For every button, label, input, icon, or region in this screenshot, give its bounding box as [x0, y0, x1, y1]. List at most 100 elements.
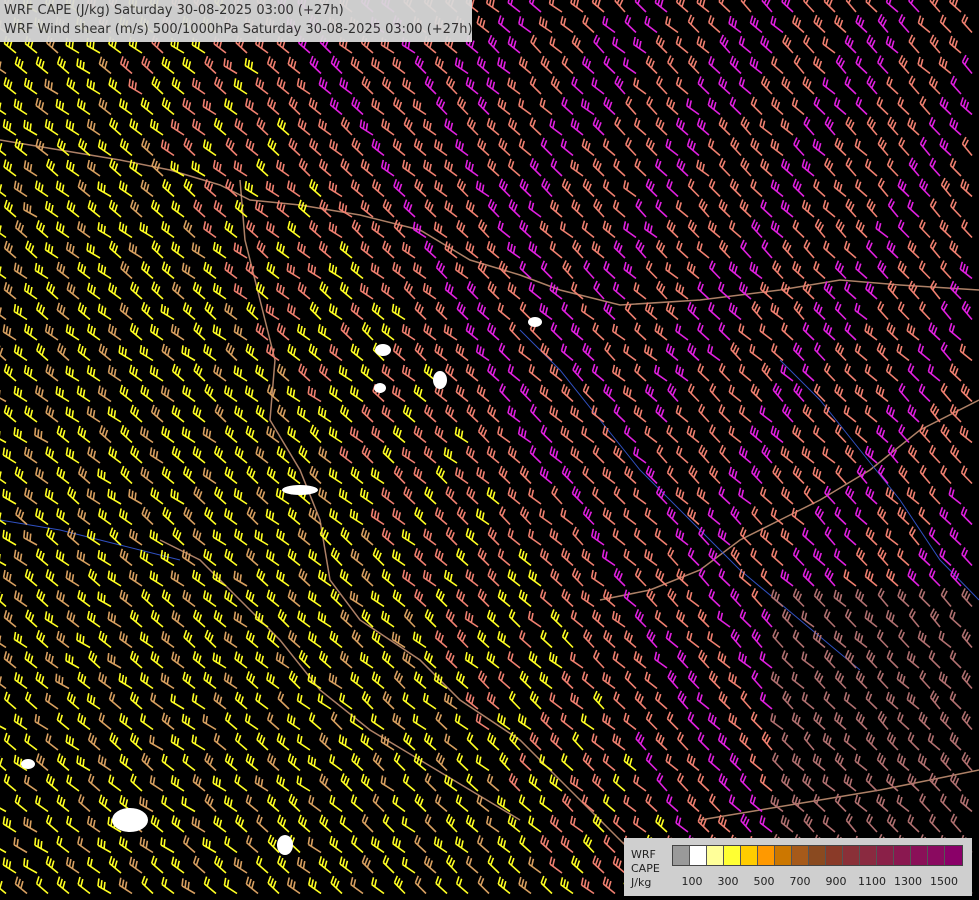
wind-barb [245, 835, 259, 854]
wind-barb [422, 282, 437, 300]
wind-barb [403, 732, 416, 751]
wind-barb [224, 302, 238, 321]
wind-barb [443, 692, 458, 710]
wind-barb [140, 97, 154, 116]
wind-barb [623, 753, 637, 772]
wind-barb [371, 138, 385, 157]
wind-barb [465, 241, 479, 259]
wind-barb [435, 711, 448, 731]
wind-barb [908, 75, 920, 95]
wind-barb [633, 77, 647, 95]
wind-barb [109, 732, 122, 751]
wind-barb [645, 137, 658, 157]
wind-barb [508, 609, 521, 628]
wind-barb [77, 343, 91, 362]
wind-barb [56, 876, 70, 895]
wind-barb [414, 548, 427, 567]
wind-barb [856, 464, 868, 485]
wind-barb [519, 835, 532, 854]
wind-barb [371, 220, 385, 239]
wind-barb [854, 302, 868, 321]
wind-barb [750, 96, 763, 116]
wind-barb [698, 403, 710, 423]
wind-barb [351, 752, 364, 772]
wind-barb [625, 96, 637, 116]
wind-barb [246, 506, 259, 526]
wind-barb [633, 282, 647, 300]
wind-barb [15, 507, 28, 526]
wind-barb [580, 713, 595, 731]
wind-barb [908, 280, 920, 300]
legend-swatch [826, 846, 843, 865]
wind-barb [540, 424, 553, 444]
wind-barb [245, 630, 259, 649]
wind-barb [224, 425, 238, 444]
wind-barb [812, 630, 826, 649]
wind-barb [835, 465, 847, 485]
wind-barb [361, 609, 374, 628]
wind-barb [738, 445, 752, 464]
wind-barb [0, 844, 7, 854]
wind-barb [466, 732, 479, 751]
wind-barb [561, 629, 574, 649]
wind-barb [803, 0, 815, 13]
wind-barb [602, 507, 616, 526]
wind-barb [885, 35, 899, 54]
wind-barb [351, 629, 364, 649]
wind-barb [392, 836, 406, 854]
wind-barb [591, 363, 605, 382]
wind-barb [391, 549, 406, 567]
wind-barb [612, 814, 626, 833]
wind-barb [276, 322, 290, 341]
wind-barb [801, 610, 815, 628]
wind-barb [487, 568, 500, 587]
wind-barb [917, 343, 931, 362]
wind-barb [655, 199, 668, 218]
wind-barb [203, 344, 217, 362]
wind-barb [107, 652, 122, 669]
wind-barb [591, 241, 605, 259]
wind-barb [98, 508, 112, 526]
wind-barb [759, 486, 773, 505]
wind-barb [961, 669, 973, 690]
wind-barb [88, 650, 101, 669]
wind-barb [854, 630, 868, 649]
wind-barb [949, 650, 962, 669]
wind-barb [128, 570, 143, 587]
wind-barb [181, 878, 196, 895]
wind-barb [940, 260, 952, 280]
wind-barb [328, 180, 343, 198]
wind-barb [793, 54, 805, 75]
wind-barb [738, 323, 752, 341]
wind-barb [161, 712, 175, 731]
wind-barb [823, 281, 836, 300]
wind-barb [475, 508, 490, 526]
wind-barb [581, 671, 595, 690]
wind-barb [528, 241, 542, 259]
wind-barb [36, 630, 49, 649]
wind-barb [928, 485, 941, 505]
legend-label-line-1: WRF [631, 848, 656, 861]
wind-barb [171, 200, 185, 218]
wind-barb [666, 219, 679, 239]
wind-barb [340, 116, 353, 136]
wind-barb [23, 858, 38, 874]
wind-barb [718, 404, 731, 423]
wind-barb [87, 773, 101, 792]
wind-barb [919, 670, 931, 690]
wind-barb [948, 322, 962, 341]
wind-barb [339, 241, 353, 259]
wind-barb [611, 364, 626, 382]
wind-barb [749, 15, 763, 34]
wind-barb [896, 794, 910, 813]
wind-barb [646, 96, 658, 116]
wind-barb [56, 630, 70, 649]
wind-barb [338, 365, 353, 382]
wind-barb [171, 363, 185, 382]
wind-barb [424, 199, 437, 218]
wind-barb [529, 732, 542, 751]
wind-barb [454, 713, 469, 731]
wind-barb [940, 341, 952, 362]
wind-barb [213, 445, 227, 464]
wind-barb [118, 98, 133, 116]
